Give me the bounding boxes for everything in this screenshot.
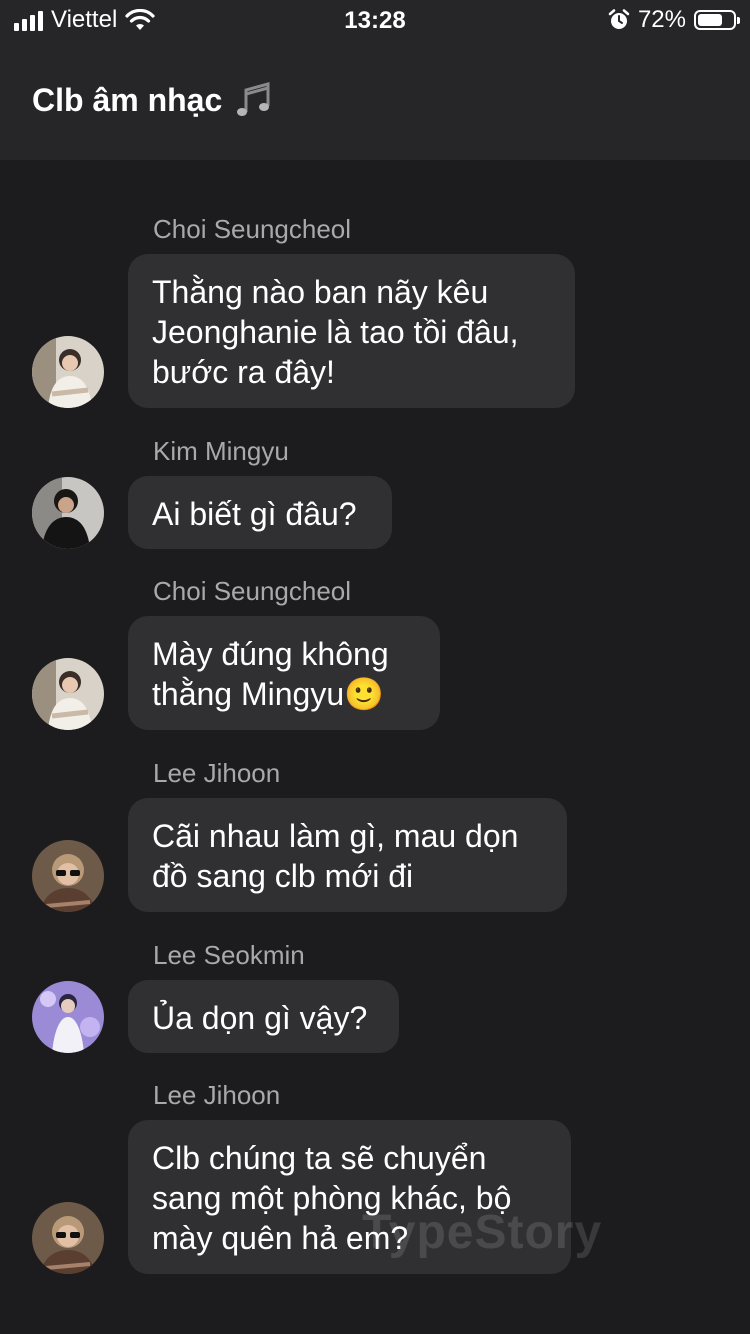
- sender-name: Choi Seungcheol: [153, 214, 352, 244]
- battery-level-fill: [698, 14, 723, 26]
- message-bubble[interactable]: Ai biết gì đâu?: [128, 476, 392, 549]
- avatar-lee-seokmin[interactable]: [32, 981, 104, 1053]
- battery-percent: 72%: [637, 6, 686, 33]
- message-bubble[interactable]: Ủa dọn gì vậy?: [128, 980, 399, 1053]
- chat-title[interactable]: Clb âm nhạc: [32, 80, 274, 120]
- chat-title-text: Clb âm nhạc: [32, 81, 223, 118]
- message-text: Cãi nhau làm gì, mau dọn đồ sang clb mới…: [152, 818, 519, 894]
- message-text: Mày đúng không thằng Mingyu🙂: [152, 636, 389, 712]
- watermark: TypeStory: [362, 1206, 603, 1259]
- sender-name: Kim Mingyu: [153, 436, 289, 466]
- avatar-choi-seungcheol[interactable]: [32, 336, 104, 408]
- avatar-lee-jihoon[interactable]: [32, 1202, 104, 1274]
- sender-name: Choi Seungcheol: [153, 576, 352, 606]
- message-text: Ai biết gì đâu?: [152, 496, 357, 532]
- message-text: Thằng nào ban nãy kêu Jeonghanie là tao …: [152, 274, 519, 390]
- message-bubble[interactable]: Cãi nhau làm gì, mau dọn đồ sang clb mới…: [128, 798, 567, 912]
- sender-name: Lee Jihoon: [153, 1080, 281, 1110]
- message-text: Ủa dọn gì vậy?: [152, 1000, 368, 1036]
- message-bubble[interactable]: Thằng nào ban nãy kêu Jeonghanie là tao …: [128, 254, 575, 408]
- sender-name: Lee Jihoon: [153, 758, 281, 788]
- avatar-choi-seungcheol[interactable]: [32, 658, 104, 730]
- chat-header: Clb âm nhạc: [0, 40, 750, 160]
- sender-name: Lee Seokmin: [153, 940, 305, 970]
- status-bar: Viettel 13:28 72%: [0, 0, 750, 40]
- avatar-lee-jihoon[interactable]: [32, 840, 104, 912]
- music-notes-icon: [237, 82, 270, 116]
- battery-icon: [694, 10, 740, 30]
- avatar-kim-mingyu[interactable]: [32, 477, 104, 549]
- alarm-icon: [608, 9, 630, 29]
- message-bubble[interactable]: Mày đúng không thằng Mingyu🙂: [128, 616, 440, 730]
